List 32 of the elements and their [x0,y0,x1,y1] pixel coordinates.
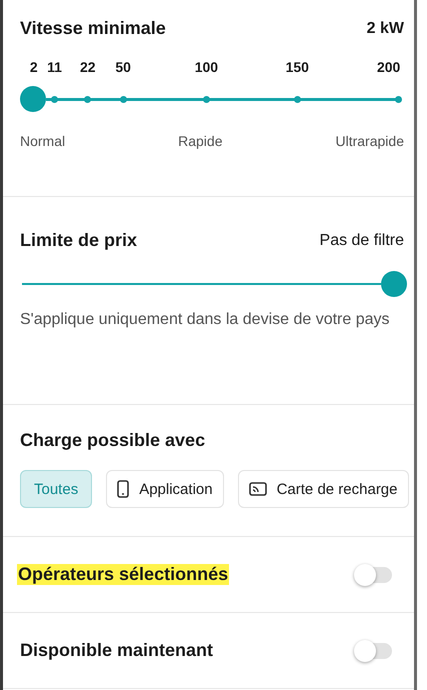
tick-mark [394,96,402,102]
speed-value: 2 kW [366,20,404,38]
slider-thumb[interactable] [20,86,46,112]
tick-mark [84,96,92,102]
tick-label: 200 [376,59,400,75]
tick-mark [120,96,127,102]
tick-mark [202,96,210,102]
phone-icon [117,480,130,498]
price-note: S'applique uniquement dans la devise de votre pays [20,310,390,330]
filter-chip[interactable]: Carte de recharge [238,470,408,508]
price-value: Pas de filtre [320,232,404,250]
tick-mark [51,96,58,102]
slider-thumb[interactable] [381,271,407,297]
toggle-label: Opérateurs sélectionnés [17,564,230,585]
tick-label: 22 [80,59,96,75]
section-title: Vitesse minimale [20,18,166,39]
tick-label: 11 [47,59,62,75]
toggle-switch[interactable] [356,566,392,582]
filter-chip[interactable]: Application [106,470,224,508]
tick-label: 100 [194,59,218,75]
tick-mark [294,96,301,102]
speed-category-label: Normal [20,133,66,149]
tick-label: 150 [286,59,309,75]
card-icon [248,482,267,496]
tick-label: 50 [115,59,131,75]
toggle-label: Disponible maintenant [20,640,214,661]
speed-category-label: Rapide [178,133,222,149]
tick-label: 2 [30,59,38,75]
speed-category-label: Ultrarapide [336,133,404,149]
section-title: Limite de prix [20,230,138,251]
section-title: Charge possible avec [20,430,206,451]
toggle-switch[interactable] [356,642,392,658]
